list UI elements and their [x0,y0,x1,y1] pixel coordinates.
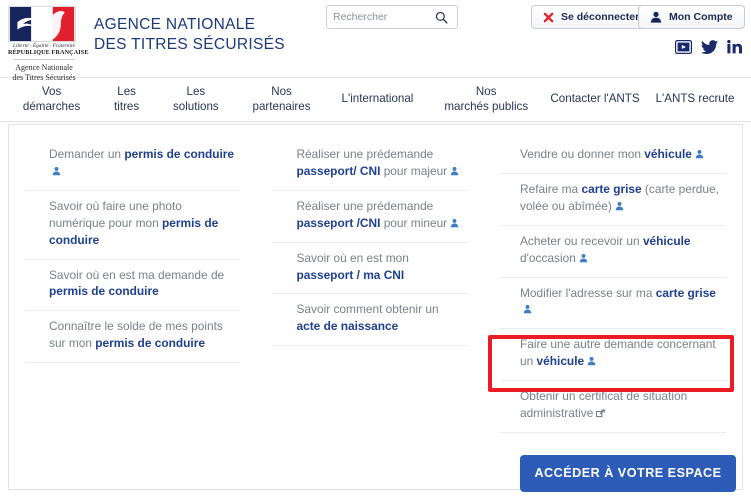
site-title-line2: DES TITRES SÉCURISÉS [94,35,285,53]
site-header: Liberté · Égalité · Fraternité RÉPUBLIQU… [0,0,751,82]
external-link-icon [596,409,606,418]
site-title: AGENCE NATIONALE DES TITRES SÉCURISÉS [94,15,285,55]
user-icon [579,253,588,262]
list-item[interactable]: Obtenir un certificat de situation admin… [500,381,726,433]
logout-button[interactable]: Se déconnecter [531,5,652,29]
list-item[interactable]: Savoir comment obtenir un acte de naissa… [272,294,468,347]
access-space-button[interactable]: ACCÉDER À VOTRE ESPACE [520,454,736,492]
nav-label-line2: démarches [22,99,81,113]
nav-label-line1: L'international [341,92,414,106]
list-item[interactable]: Vendre ou donner mon véhicule [500,139,726,174]
user-icon [615,201,624,211]
marianne-block: Liberté · Égalité · Fraternité RÉPUBLIQU… [8,6,89,83]
site-title-line1: AGENCE NATIONALE [94,16,256,33]
links-column-vehicule: Vendre ou donner mon véhicule Refaire ma… [484,139,742,492]
red-cross-icon [543,12,554,22]
nav-item-les-solutions[interactable]: Les solutions [156,85,236,113]
linkedin-icon[interactable] [727,40,743,54]
user-icon [523,305,532,314]
logo-republique: RÉPUBLIQUE FRANÇAISE [8,49,89,57]
search-input[interactable] [327,6,427,28]
nav-label-line2: partenaires [252,99,311,113]
user-icon [695,149,704,159]
main-navigation: Vos démarches Les titres Les solutions N… [0,78,751,122]
nav-label-line2: titres [114,99,140,113]
list-item-faire-autre-demande-vehicule[interactable]: Faire une autre demande concernant un vé… [500,329,726,382]
nav-item-vos-demarches[interactable]: Vos démarches [6,85,97,113]
list-item[interactable]: Savoir où en est mon passeport / ma CNI [272,243,468,295]
nav-label-line2: solutions [172,99,219,113]
youtube-icon[interactable] [675,40,692,54]
logo-agency-line2: des Titres Sécurisés [12,73,76,83]
list-item[interactable]: Acheter ou recevoir un véhicule d'occasi… [500,226,726,278]
nav-label-line1: Les [186,85,206,99]
account-label: Mon Compte [669,11,733,23]
list-item[interactable]: Savoir où en est ma demande de permis de… [25,260,241,312]
search-button[interactable] [427,6,455,28]
links-column-passeport: Réaliser une prédemande passeport/ CNI p… [256,139,484,489]
list-item[interactable]: Savoir où faire une photo numérique pour… [25,191,241,260]
nav-label-line2: marchés publics [444,99,529,113]
social-links [675,40,743,54]
list-item[interactable]: Réaliser une prédemande passeport /CNI p… [272,191,468,243]
nav-item-nos-partenaires[interactable]: Nos partenaires [236,85,328,113]
account-button[interactable]: Mon Compte [638,5,745,29]
list-item[interactable]: Connaître le solde de mes points sur mon… [25,311,241,364]
nav-item-linternational[interactable]: L'international [327,92,427,106]
nav-label-line1: Nos [271,85,292,99]
logout-label: Se déconnecter [561,11,640,23]
user-icon [650,11,662,23]
user-icon [450,166,459,176]
list-item[interactable]: Refaire ma carte grise (carte perdue, vo… [500,174,726,226]
list-item[interactable]: Réaliser une prédemande passeport/ CNI p… [272,139,468,191]
nav-label-line1: Nos [475,85,497,99]
user-icon [587,357,596,366]
nav-label-line1: Les [117,85,136,99]
list-item[interactable]: Demander un permis de conduire [25,139,241,191]
list-item[interactable]: Modifier l'adresse sur ma carte grise [500,278,726,330]
nav-item-nos-marches-publics[interactable]: Nos marchés publics [427,85,545,113]
nav-item-contacter-lants[interactable]: Contacter l'ANTS [545,92,645,106]
nav-label-line1: Contacter l'ANTS [550,92,640,106]
user-icon [52,166,61,176]
logo-divider [14,59,74,61]
nav-item-lants-recrute[interactable]: L'ANTS recrute [645,92,745,106]
nav-label-line1: L'ANTS recrute [655,92,735,106]
nav-item-les-titres[interactable]: Les titres [97,85,156,113]
logo-agency-line1: Agence Nationale [15,63,73,73]
brand-logo[interactable]: Liberté · Égalité · Fraternité RÉPUBLIQU… [8,6,285,83]
twitter-icon[interactable] [701,40,718,54]
french-flag-marianne-icon [8,6,76,42]
user-icon [450,218,459,227]
links-column-permis: Demander un permis de conduire Savoir où… [9,139,256,489]
quick-links-panel: Demander un permis de conduire Savoir où… [8,124,743,492]
search-box[interactable] [326,5,458,29]
search-icon [435,11,448,24]
nav-label-line1: Vos [41,85,62,99]
